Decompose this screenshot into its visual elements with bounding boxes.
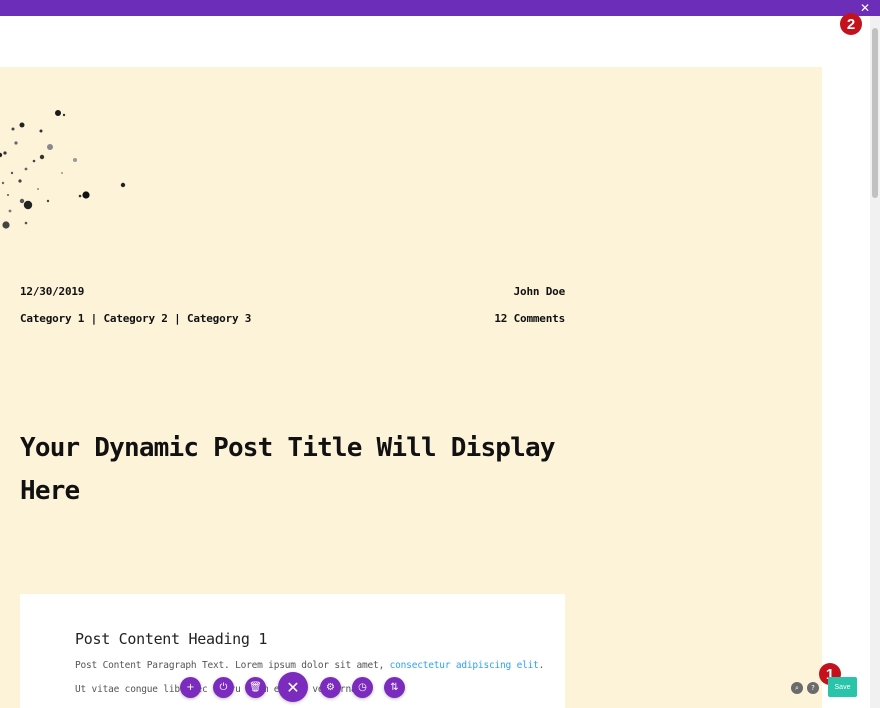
search-icon: ⌕: [795, 683, 799, 692]
help-button[interactable]: ?: [807, 682, 819, 694]
power-icon: ⏻: [219, 682, 228, 693]
save-button[interactable]: Save: [828, 677, 857, 697]
top-bar: ✕: [0, 0, 880, 16]
page-canvas: 12/30/2019 John Doe Category 1 | Categor…: [0, 67, 822, 708]
ink-splatter-graphic: [0, 110, 126, 229]
content-paragraph: Post Content Paragraph Text. Lorem ipsum…: [75, 660, 544, 671]
content-heading: Post Content Heading 1: [75, 630, 268, 648]
annotation-marker-2: 2: [840, 13, 862, 35]
portability-button[interactable]: ⇅: [384, 677, 405, 698]
history-button[interactable]: ◷: [352, 677, 373, 698]
search-button[interactable]: ⌕: [791, 682, 803, 694]
close-icon[interactable]: ✕: [860, 1, 870, 15]
scrollbar-thumb[interactable]: [872, 28, 878, 198]
sort-icon: ⇅: [390, 682, 399, 693]
settings-button[interactable]: ⚙: [320, 677, 341, 698]
post-author: John Doe: [513, 285, 566, 298]
history-icon: ◷: [358, 682, 367, 693]
post-date: 12/30/2019: [20, 285, 85, 298]
paragraph-end: .: [538, 660, 545, 671]
close-icon: ✕: [286, 677, 300, 697]
help-icon: ?: [811, 684, 815, 692]
paragraph-text: Post Content Paragraph Text. Lorem ipsum…: [75, 660, 390, 671]
post-title: Your Dynamic Post Title Will Display Her…: [20, 433, 556, 506]
post-comments-count: 12 Comments: [494, 312, 565, 325]
scrollbar[interactable]: [870, 16, 880, 708]
add-icon: +: [186, 682, 195, 693]
gear-icon: ⚙: [326, 682, 335, 693]
paragraph-link[interactable]: consectetur adipiscing elit: [390, 660, 539, 671]
post-categories: Category 1 | Category 2 | Category 3: [20, 312, 252, 325]
close-menu-button[interactable]: ✕: [278, 672, 308, 702]
trash-icon: 🗑: [249, 682, 262, 693]
add-button[interactable]: +: [180, 677, 201, 698]
trash-button[interactable]: 🗑: [245, 677, 266, 698]
power-button[interactable]: ⏻: [213, 677, 234, 698]
